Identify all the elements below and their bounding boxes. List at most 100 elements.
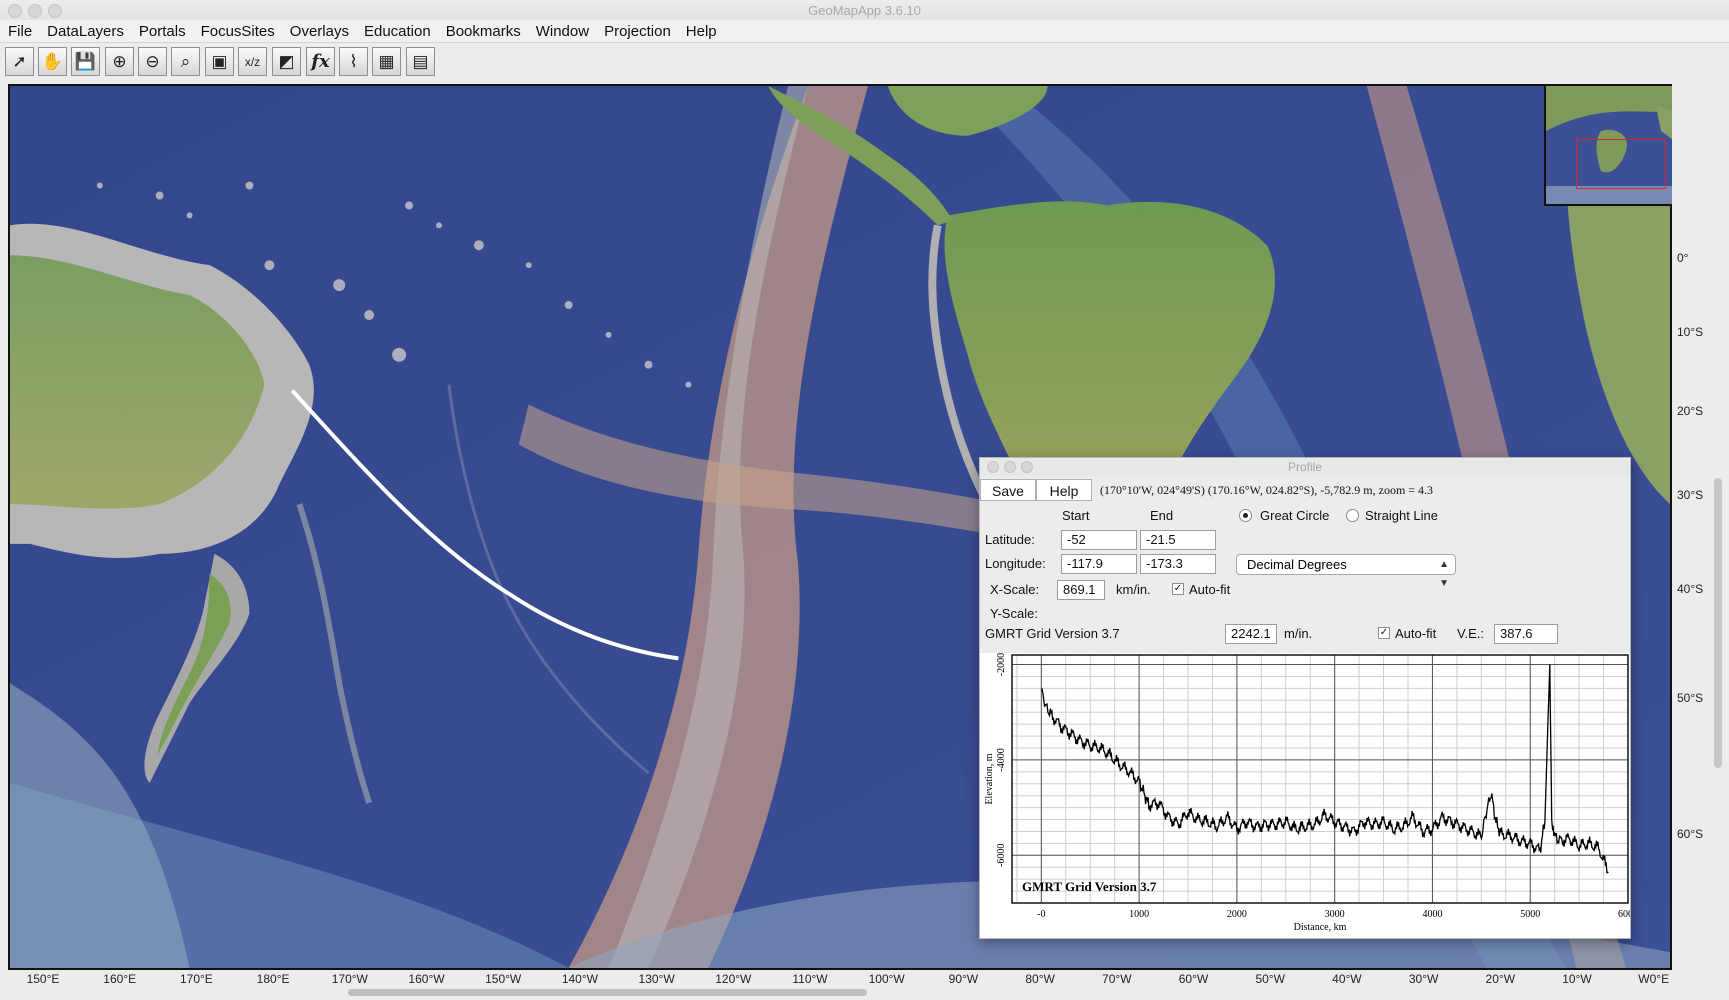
menu-bookmarks[interactable]: Bookmarks	[438, 20, 528, 42]
longitude-tick-label: 40°W	[1332, 972, 1362, 986]
longitude-label: Longitude:	[985, 556, 1046, 571]
profile-minimize-button[interactable]	[1004, 461, 1016, 473]
xscale-label: X-Scale:	[990, 582, 1040, 597]
x-tick-label: 3000	[1325, 909, 1345, 920]
straight-line-radio[interactable]	[1346, 509, 1359, 522]
longitude-tick-label: 150°E	[26, 972, 60, 986]
save-disk-icon: 💾	[74, 51, 97, 71]
help-button[interactable]: Help	[1036, 479, 1092, 501]
longitude-tick-label: 60°W	[1178, 972, 1209, 986]
longitude-tick-label: 20°W	[1485, 972, 1516, 986]
profile-line-button[interactable]: ⌇	[339, 47, 368, 76]
longitude-tick-label: 50°W	[1255, 972, 1285, 986]
y-tick-label: -4000	[996, 748, 1007, 771]
great-circle-label[interactable]: Great Circle	[1260, 508, 1329, 523]
image-frame-button[interactable]: ▣	[205, 47, 234, 76]
plot-frame	[1011, 654, 1629, 904]
latitude-end-field[interactable]: -21.5	[1140, 530, 1216, 550]
yscale-label: Y-Scale:	[990, 606, 1038, 621]
yscale-field[interactable]: 2242.1	[1225, 624, 1277, 644]
select-arrows-icon: ▲ ▼	[1439, 559, 1449, 589]
straight-line-label[interactable]: Straight Line	[1365, 508, 1438, 523]
profile-titlebar: Profile	[980, 458, 1630, 476]
xscale-autofit-checkbox[interactable]: ✓	[1172, 583, 1184, 595]
x-tick-label: 2000	[1227, 909, 1247, 920]
zoom-out-button[interactable]: ⊖	[138, 47, 167, 76]
latitude-tick-label: 50°S	[1677, 691, 1704, 705]
latitude-label: Latitude:	[985, 532, 1035, 547]
latitude-tick-label: 20°S	[1677, 404, 1704, 418]
profile-zoom-button[interactable]	[1021, 461, 1033, 473]
fx-button[interactable]: fx	[306, 47, 335, 76]
y-tick-label: -6000	[996, 844, 1007, 867]
yscale-autofit-checkbox[interactable]: ✓	[1378, 627, 1390, 639]
layer-button[interactable]: ◩	[272, 47, 301, 76]
great-circle-radio[interactable]	[1239, 509, 1252, 522]
latitude-tick-label: 0°	[1677, 251, 1689, 265]
y-axis-label: Elevation, m	[984, 753, 995, 804]
menu-datalayers[interactable]: DataLayers	[39, 20, 131, 42]
horizontal-scrollbar[interactable]	[348, 989, 867, 996]
pan-hand-icon: ✋	[41, 51, 64, 71]
menu-overlays[interactable]: Overlays	[282, 20, 356, 42]
y-tick-label: -2000	[996, 653, 1007, 676]
menu-projection[interactable]: Projection	[596, 20, 678, 42]
zoom-out-icon: ⊖	[145, 51, 160, 71]
x-tick-label: 5000	[1520, 909, 1540, 920]
ve-label: V.E.:	[1457, 626, 1484, 641]
profile-chart-svg[interactable]: -0 1000 2000 3000 4000 5000 6000 -2000 -4000 -600…	[980, 653, 1638, 938]
fx-icon: fx	[311, 51, 330, 72]
menu-file[interactable]: File	[0, 20, 39, 42]
image-frame-icon: ▣	[211, 51, 228, 71]
longitude-tick-label: 150°W	[485, 972, 522, 986]
menu-education[interactable]: Education	[356, 20, 438, 42]
save-button[interactable]: Save	[980, 479, 1036, 501]
latitude-tick-label: 40°S	[1677, 582, 1704, 596]
xscale-unit: km/in.	[1116, 582, 1151, 597]
longitude-tick-label: 100°W	[868, 972, 905, 986]
latitude-start-field[interactable]: -52	[1061, 530, 1137, 550]
longitude-tick-label: 130°W	[638, 972, 675, 986]
longitude-tick-label: 80°W	[1025, 972, 1055, 986]
longitude-start-field[interactable]: -117.9	[1061, 554, 1137, 574]
longitude-tick-label: 70°W	[1102, 972, 1132, 986]
xyz-button[interactable]: x/z	[238, 47, 267, 76]
basemap-button[interactable]: ▤	[406, 47, 435, 76]
grid-icon: ▦	[378, 51, 395, 71]
menu-bar: File DataLayers Portals FocusSites Overlays E…	[0, 20, 1729, 43]
grid-button[interactable]: ▦	[372, 47, 401, 76]
select-arrow-icon: ➚	[12, 51, 27, 71]
vertical-scrollbar[interactable]	[1714, 478, 1722, 768]
menu-help[interactable]: Help	[678, 20, 724, 42]
longitude-end-field[interactable]: -173.3	[1140, 554, 1216, 574]
menu-focussites[interactable]: FocusSites	[193, 20, 282, 42]
longitude-tick-label: 120°W	[715, 972, 752, 986]
overview-viewport-box[interactable]	[1576, 139, 1666, 189]
longitude-tick-label: 30°W	[1408, 972, 1439, 986]
profile-close-button[interactable]	[987, 461, 999, 473]
zoom-fit-button[interactable]: ⌕	[171, 47, 200, 76]
xscale-autofit-label[interactable]: Auto-fit	[1189, 582, 1230, 597]
xscale-field[interactable]: 869.1	[1057, 580, 1105, 600]
zoom-in-icon: ⊕	[112, 51, 127, 71]
coordinate-format-select[interactable]: Decimal Degrees ▲ ▼	[1236, 554, 1456, 589]
latitude-tick-label: 10°S	[1677, 325, 1704, 339]
save-disk-button[interactable]: 💾	[71, 47, 100, 76]
profile-chart[interactable]: -0 1000 2000 3000 4000 5000 6000 -2000 -4000 -600…	[980, 653, 1638, 938]
profile-dialog: Profile Save Help (170°10'W, 024°49'S) (…	[979, 457, 1638, 939]
longitude-tick-label: 170°E	[179, 972, 213, 986]
longitude-tick-label: W0°E	[1638, 972, 1670, 986]
end-header: End	[1150, 508, 1174, 523]
menu-window[interactable]: Window	[528, 20, 596, 42]
x-tick-label: 1000	[1129, 909, 1149, 920]
start-header: Start	[1062, 508, 1090, 523]
toolbar: ➚ ✋ 💾 ⊕ ⊖ ⌕ ▣ x/z ◩ fx ⌇ ▦ ▤	[0, 43, 1729, 81]
yscale-autofit-label[interactable]: Auto-fit	[1395, 626, 1436, 641]
menu-portals[interactable]: Portals	[131, 20, 193, 42]
zoom-in-button[interactable]: ⊕	[105, 47, 134, 76]
longitude-tick-label: 180°E	[256, 972, 290, 986]
basemap-icon: ▤	[412, 51, 429, 71]
ve-field[interactable]: 387.6	[1494, 624, 1558, 644]
pan-hand-button[interactable]: ✋	[38, 47, 67, 76]
select-arrow-button[interactable]: ➚	[5, 47, 34, 76]
